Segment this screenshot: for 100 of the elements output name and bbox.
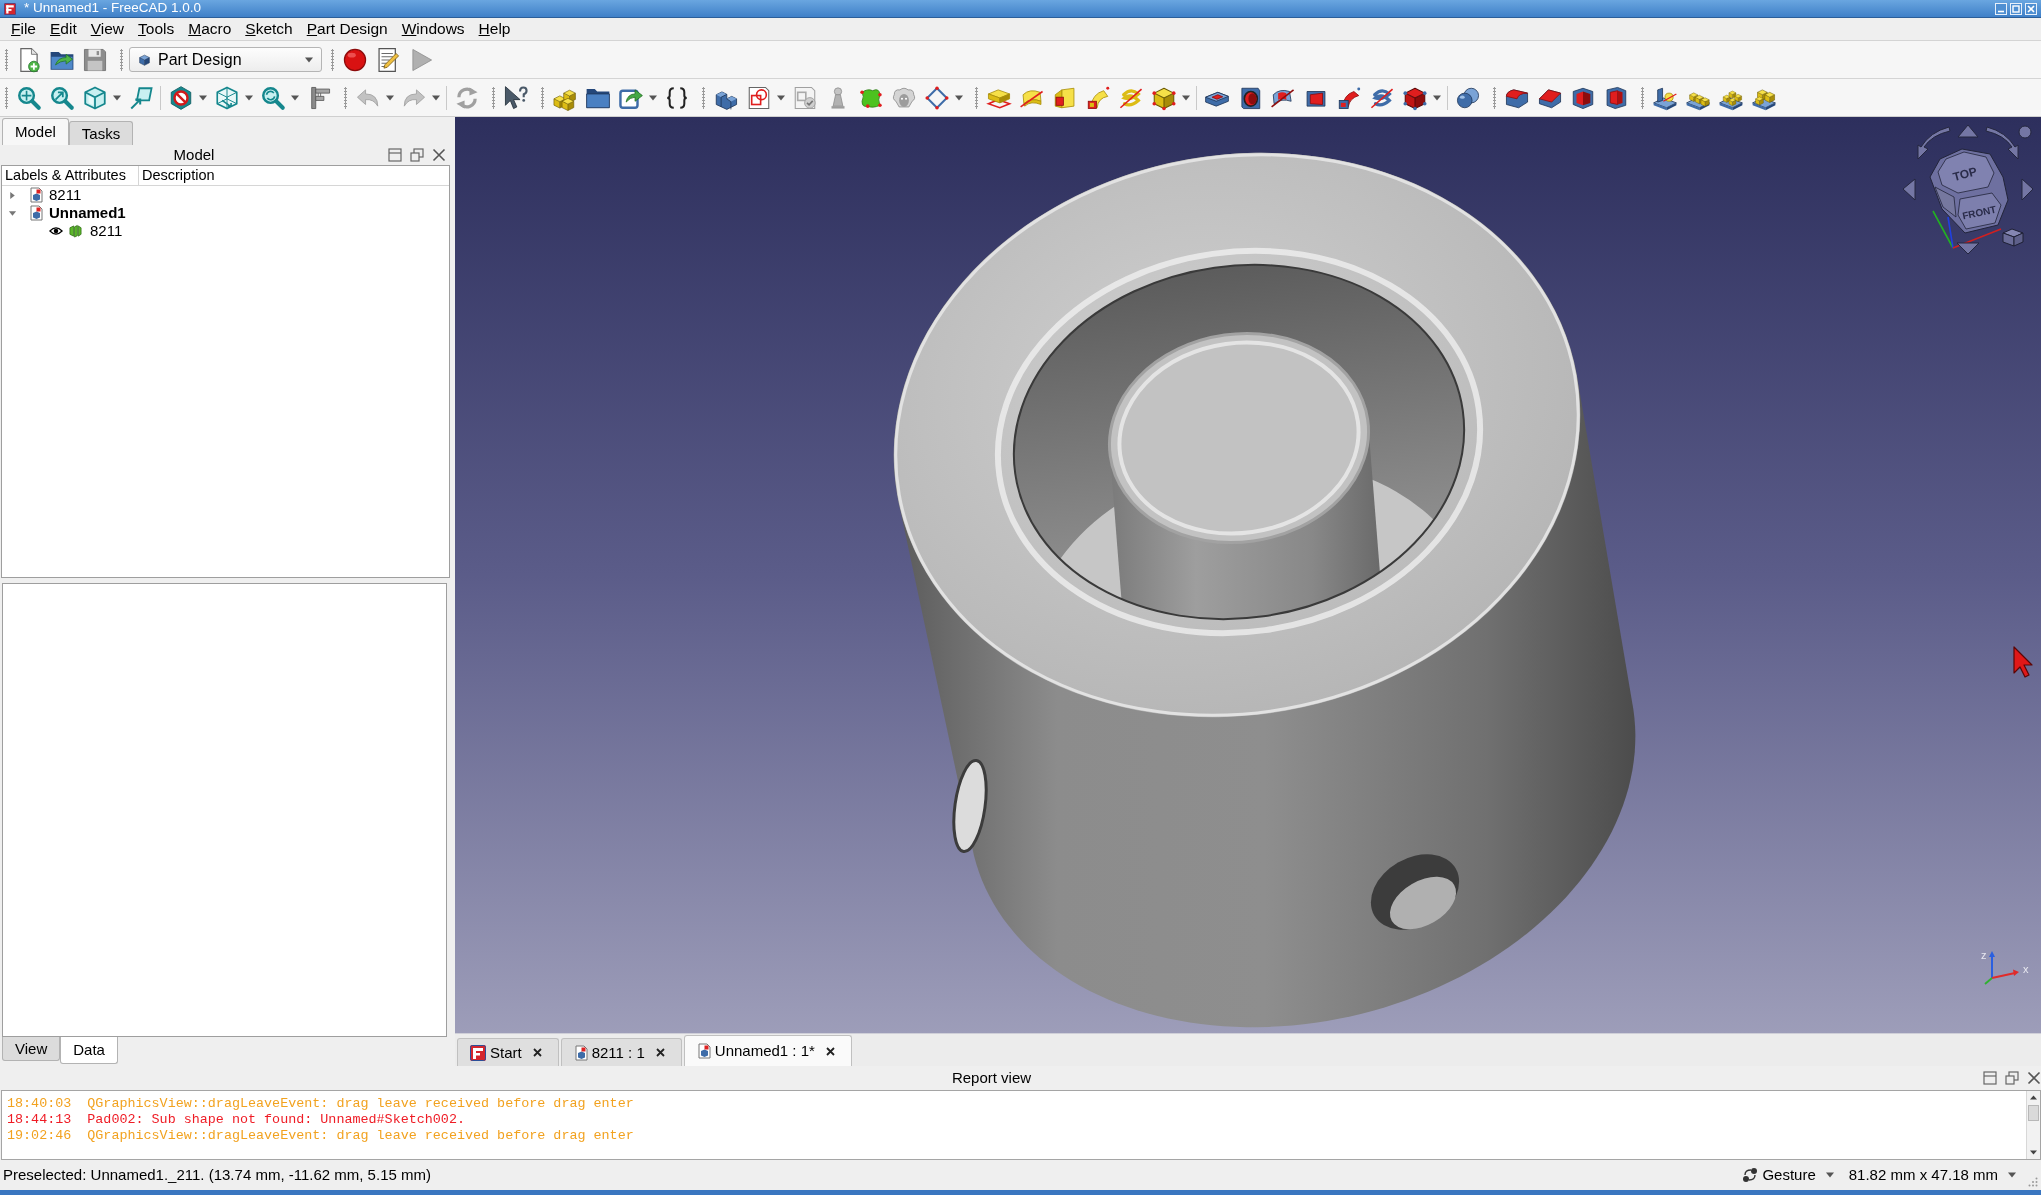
toolbar-handle[interactable] xyxy=(1493,86,1496,109)
workbench-dropdown[interactable]: Part Design xyxy=(129,47,322,72)
cube-icon[interactable] xyxy=(2002,228,2024,247)
size-grip-icon[interactable] xyxy=(2028,1177,2038,1187)
menu-item[interactable]: File xyxy=(4,19,43,39)
diamond-points-icon[interactable] xyxy=(923,84,950,111)
log-timestamp: 19:02:46 xyxy=(7,1128,72,1144)
caret-icon[interactable] xyxy=(1432,94,1441,101)
tree-item[interactable]: Unnamed1 xyxy=(49,204,126,222)
caret-icon[interactable] xyxy=(198,94,207,101)
close-icon[interactable] xyxy=(432,148,446,162)
gesture-icon xyxy=(1742,1167,1759,1183)
toolbar-handle[interactable] xyxy=(5,48,8,71)
triangle-arrow-icon[interactable] xyxy=(1956,242,1980,255)
caret-icon xyxy=(1825,1172,1834,1178)
caret-icon[interactable] xyxy=(1181,94,1190,101)
undock-icon[interactable] xyxy=(410,148,424,162)
axis-label: x xyxy=(2023,963,2029,975)
panel-tab[interactable]: Model xyxy=(2,118,69,145)
menu-item[interactable]: Help xyxy=(471,19,518,39)
caret-icon[interactable] xyxy=(112,94,121,101)
panel-tab[interactable]: View xyxy=(2,1037,61,1061)
column-header[interactable]: Labels & Attributes xyxy=(2,166,139,185)
document-tab[interactable]: Start xyxy=(457,1038,559,1066)
menu-item[interactable]: Part Design xyxy=(299,19,395,39)
menu-item[interactable]: Sketch xyxy=(238,19,300,39)
3d-viewport[interactable]: TOP FRONT z x xyxy=(455,117,2041,1033)
minimize-icon[interactable] xyxy=(1995,2,2007,15)
menu-item[interactable]: Edit xyxy=(43,19,84,39)
toolbar-handle[interactable] xyxy=(5,86,8,109)
scrollbar-thumb[interactable] xyxy=(2028,1105,2039,1121)
save-icon[interactable] xyxy=(81,46,108,73)
cube-face-label: TOP xyxy=(1951,164,1979,185)
curved-arrow-icon[interactable] xyxy=(1985,126,2019,160)
document-icon xyxy=(29,187,43,203)
menu-item[interactable]: View xyxy=(83,19,132,39)
caret-icon xyxy=(305,56,313,63)
document-tab[interactable]: 8211 : 1 xyxy=(560,1038,682,1066)
scrollbar[interactable] xyxy=(2026,1091,2040,1159)
close-icon[interactable] xyxy=(532,1048,542,1057)
toolbar-handle[interactable] xyxy=(541,86,544,109)
triangle-arrow-icon[interactable] xyxy=(1957,124,1979,138)
maximize-icon[interactable] xyxy=(2010,2,2022,15)
navigation-cube[interactable]: TOP FRONT xyxy=(1929,148,2009,234)
log-timestamp: 18:44:13 xyxy=(7,1112,72,1128)
toolbar-handle[interactable] xyxy=(1641,86,1644,109)
navigation-style-button[interactable]: Gesture xyxy=(1742,1166,1834,1184)
tree-item[interactable]: 8211 xyxy=(90,222,123,240)
document-icon xyxy=(573,1044,588,1061)
close-icon[interactable] xyxy=(2027,1071,2041,1085)
window-title: * Unnamed1 - FreeCAD 1.0.0 xyxy=(24,0,202,17)
help-pointer-icon[interactable] xyxy=(502,84,529,111)
toolbar-handle[interactable] xyxy=(120,48,123,71)
isometric-cube-icon[interactable] xyxy=(81,84,108,111)
caret-icon[interactable] xyxy=(776,94,785,101)
expand-arrow-icon[interactable] xyxy=(8,190,17,200)
undock-icon[interactable] xyxy=(2005,1071,2019,1085)
close-icon[interactable] xyxy=(655,1048,665,1057)
toolbar-handle[interactable] xyxy=(331,48,334,71)
panel-title: Report view xyxy=(950,1069,1033,1087)
menu-item[interactable]: Tools xyxy=(131,19,182,39)
eye-icon[interactable] xyxy=(49,224,63,238)
caret-icon[interactable] xyxy=(385,94,394,101)
magnifier-crosshair-icon[interactable] xyxy=(15,84,42,111)
column-header[interactable]: Description xyxy=(139,166,215,185)
toolbar-handle[interactable] xyxy=(492,86,495,109)
cube-icon xyxy=(138,52,151,67)
toolbar-handle[interactable] xyxy=(344,86,347,109)
document-tab[interactable]: Unnamed1 : 1* xyxy=(683,1035,852,1066)
cube-face-label: FRONT xyxy=(1961,203,1998,222)
menu-item[interactable]: Windows xyxy=(394,19,472,39)
record-icon[interactable] xyxy=(341,46,368,73)
units-button[interactable]: 81.82 mm x 47.18 mm xyxy=(1848,1166,2016,1184)
float-icon[interactable] xyxy=(1983,1071,1997,1085)
caret-icon xyxy=(2008,1172,2016,1178)
toolbar-handle[interactable] xyxy=(975,86,978,109)
caret-icon[interactable] xyxy=(244,94,253,101)
expand-arrow-icon[interactable] xyxy=(8,208,17,218)
magnifier-arrow-icon[interactable] xyxy=(48,84,75,111)
wireframe-cube-icon[interactable] xyxy=(213,84,240,111)
triangle-arrow-icon[interactable] xyxy=(1902,178,1916,201)
toolbar-handle[interactable] xyxy=(702,86,705,109)
tree-item[interactable]: 8211 xyxy=(49,186,82,204)
close-icon[interactable] xyxy=(825,1046,835,1056)
panel-tab[interactable]: Tasks xyxy=(68,121,134,145)
status-message: Preselected: Unnamed1._211. (13.74 mm, -11.62 mm, 5.15 mm) xyxy=(3,1166,432,1184)
caret-icon[interactable] xyxy=(954,94,963,101)
curved-arrow-icon[interactable] xyxy=(1917,126,1951,160)
body-icon xyxy=(69,223,82,239)
tree-view[interactable]: Labels & Attributes Description 8211 Unnamed1 8211 xyxy=(1,165,450,578)
document-icon xyxy=(696,1043,711,1059)
caret-icon[interactable] xyxy=(431,94,440,101)
circle-icon[interactable] xyxy=(2018,125,2032,139)
menu-item[interactable]: Macro xyxy=(181,19,239,39)
caret-icon[interactable] xyxy=(290,94,299,101)
float-icon[interactable] xyxy=(388,148,402,162)
caret-icon[interactable] xyxy=(648,94,657,101)
panel-tab[interactable]: Data xyxy=(60,1037,118,1064)
triangle-arrow-icon[interactable] xyxy=(2021,178,2034,201)
magnifier-refresh-icon[interactable] xyxy=(259,84,286,111)
